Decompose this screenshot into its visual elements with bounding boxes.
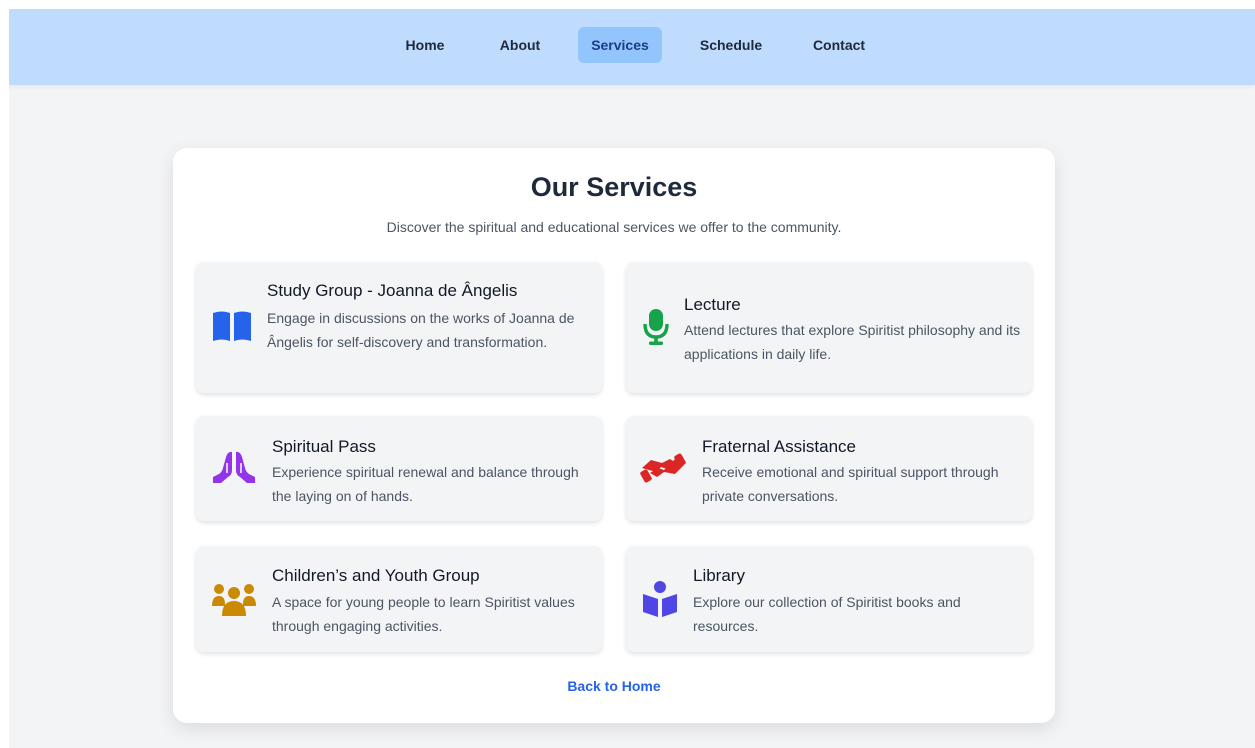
book-reader-icon — [641, 580, 679, 623]
nav-home[interactable]: Home — [392, 27, 458, 63]
page: Home About Services Schedule Contact Our… — [9, 9, 1255, 748]
nav-schedule[interactable]: Schedule — [686, 27, 776, 63]
page-subtitle: Discover the spiritual and educational s… — [386, 219, 842, 235]
service-description: Explore our collection of Spiritist book… — [693, 594, 961, 634]
service-card-fraternal-assistance[interactable]: Fraternal Assistance Receive emotional a… — [626, 416, 1032, 521]
services-card: Our Services Discover the spiritual and … — [173, 148, 1055, 723]
service-name: Library — [693, 566, 745, 585]
service-name: Fraternal Assistance — [702, 437, 857, 456]
service-description: A space for young people to learn Spirit… — [272, 594, 575, 634]
nav-services[interactable]: Services — [578, 27, 662, 63]
service-card-spiritual-pass[interactable]: Spiritual Pass Experience spiritual rene… — [196, 416, 602, 521]
service-description: Receive emotional and spiritual support … — [702, 464, 999, 504]
handshake-icon — [640, 450, 686, 491]
service-description: Attend lectures that explore Spiritist p… — [684, 322, 1021, 362]
service-card-lecture[interactable]: Lecture Attend lectures that explore Spi… — [626, 262, 1032, 393]
back-to-home-link[interactable]: Back to Home — [173, 678, 1055, 694]
page-title: Our Services — [530, 172, 698, 202]
service-name: Lecture — [684, 295, 741, 314]
people-group-icon — [211, 582, 257, 621]
microphone-icon — [642, 308, 670, 351]
praying-hands-icon — [211, 449, 257, 494]
book-icon — [211, 309, 253, 348]
top-navbar: Home About Services Schedule Contact — [9, 9, 1255, 85]
service-description: Engage in discussions on the works of Jo… — [267, 310, 575, 350]
service-name: Study Group - Joanna de Ângelis — [267, 281, 518, 300]
service-card-children-youth-group[interactable]: Children’s and Youth Group A space for y… — [196, 546, 602, 652]
service-description: Experience spiritual renewal and balance… — [272, 464, 579, 504]
service-name: Spiritual Pass — [272, 437, 376, 456]
service-card-study-group[interactable]: Study Group - Joanna de Ângelis Engage i… — [196, 262, 602, 393]
nav-contact[interactable]: Contact — [800, 27, 878, 63]
service-card-library[interactable]: Library Explore our collection of Spirit… — [626, 546, 1032, 652]
nav-about[interactable]: About — [486, 27, 554, 63]
service-name: Children’s and Youth Group — [272, 566, 480, 585]
